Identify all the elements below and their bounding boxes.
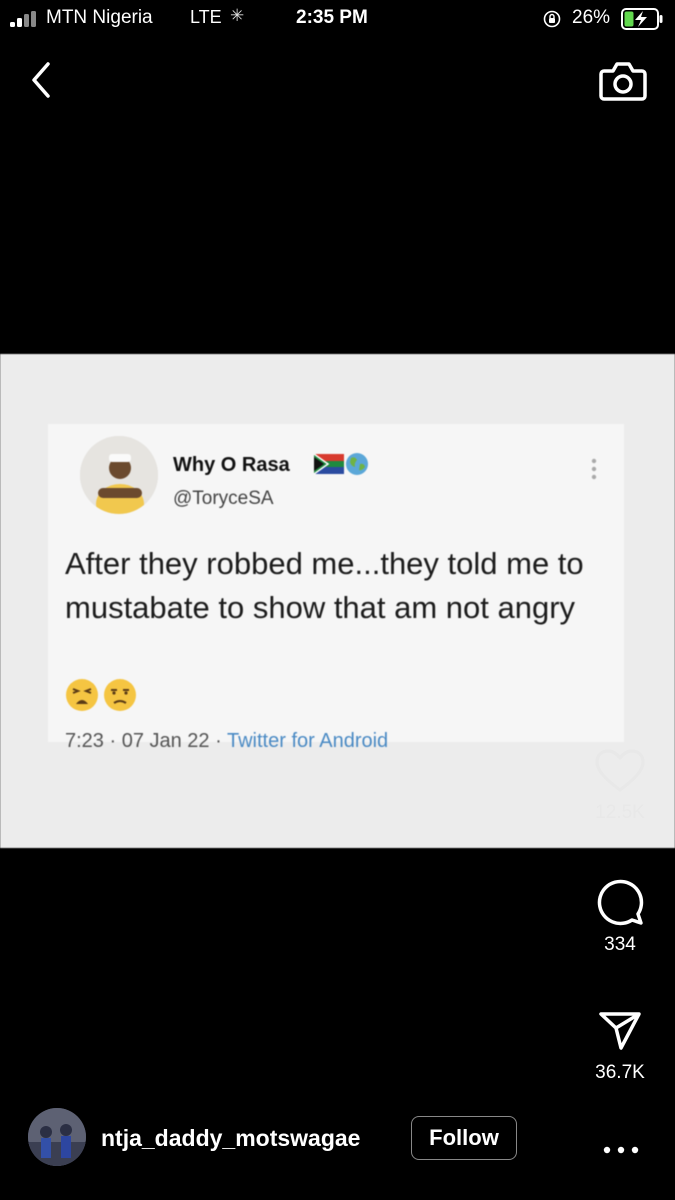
battery-percent: 26% xyxy=(572,7,611,28)
tweet-card: Why O Rasa @ToryceSA After they robbed m… xyxy=(48,424,624,752)
share-button[interactable]: 36.7K xyxy=(575,1008,665,1084)
comment-button[interactable]: 334 xyxy=(575,876,665,956)
unamused-face-emoji-icon xyxy=(104,679,136,711)
like-button[interactable]: 12.5K xyxy=(575,748,665,824)
battery-charging-icon xyxy=(621,8,663,30)
post-image[interactable]: Why O Rasa @ToryceSA After they robbed m… xyxy=(0,354,675,848)
camera-icon[interactable] xyxy=(598,58,648,102)
tweet-avatar xyxy=(80,436,158,514)
follow-button[interactable]: Follow xyxy=(411,1116,517,1160)
globe-icon xyxy=(346,453,368,475)
more-vertical-icon xyxy=(591,458,597,480)
more-horizontal-icon[interactable] xyxy=(598,1138,644,1162)
tweet-author-name: Why O Rasa xyxy=(173,454,290,476)
post-username[interactable]: ntja_daddy_motswagae xyxy=(101,1125,360,1152)
south-africa-flag-icon xyxy=(314,454,344,474)
tweet-author-handle: @ToryceSA xyxy=(173,488,274,509)
carrier-name: MTN Nigeria xyxy=(46,7,153,28)
comment-count: 334 xyxy=(604,934,636,955)
loading-icon: ✳ xyxy=(230,6,245,25)
tweet-date: 7:23 · 07 Jan 22 · xyxy=(65,730,222,752)
send-icon[interactable] xyxy=(595,1008,645,1054)
share-count: 36.7K xyxy=(595,1062,645,1083)
tweet-text: After they robbed me...they told me to m… xyxy=(65,546,584,625)
tweet-meta: 7:23 · 07 Jan 22 · Twitter for Android xyxy=(65,730,388,753)
user-avatar[interactable] xyxy=(28,1108,86,1166)
back-icon[interactable] xyxy=(26,58,60,102)
status-time: 2:35 PM xyxy=(296,7,368,28)
tweet-source: Twitter for Android xyxy=(226,730,389,752)
comment-icon[interactable] xyxy=(594,876,646,926)
tired-face-emoji-icon xyxy=(66,679,98,711)
like-count: 12.5K xyxy=(595,802,645,823)
heart-icon[interactable] xyxy=(594,748,646,794)
status-bar: MTN Nigeria LTE ✳ 2:35 PM 26% xyxy=(0,0,675,38)
orientation-lock-icon xyxy=(543,10,561,28)
signal-icon xyxy=(10,11,40,27)
network-type: LTE xyxy=(190,7,222,27)
